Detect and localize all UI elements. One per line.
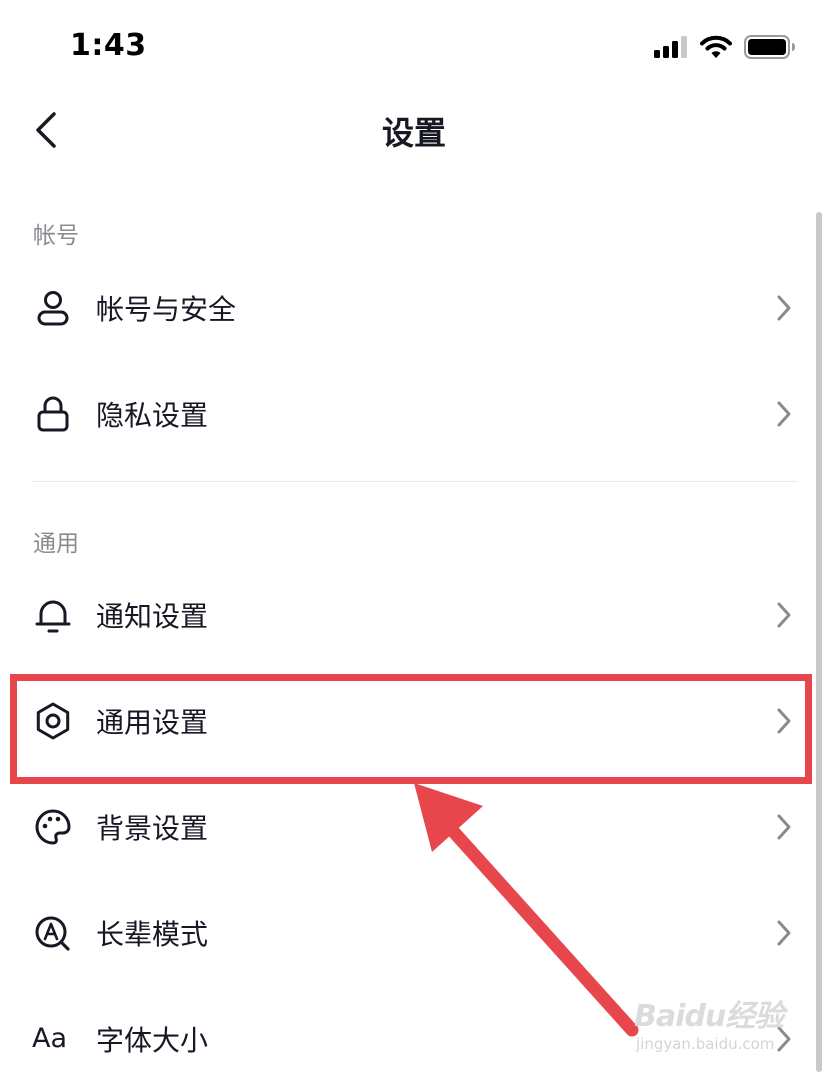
settings-row-label: 帐号与安全 <box>96 293 237 326</box>
settings-row-label: 隐私设置 <box>96 399 209 432</box>
settings-row-notifications[interactable]: 通知设置 <box>0 563 820 667</box>
settings-row-font-size[interactable]: Aa 字体大小 <box>0 987 820 1072</box>
font-size-icon: Aa <box>32 1023 68 1054</box>
settings-row-label: 长辈模式 <box>96 918 209 951</box>
settings-row-label: 通用设置 <box>96 706 209 739</box>
battery-icon <box>744 35 796 63</box>
section-header-account: 帐号 <box>33 223 79 249</box>
chevron-right-icon <box>776 813 792 841</box>
settings-row-label: 背景设置 <box>96 812 209 845</box>
palette-icon <box>32 806 74 848</box>
settings-row-general[interactable]: 通用设置 <box>0 669 820 773</box>
chevron-right-icon <box>776 294 792 322</box>
settings-row-label: 字体大小 <box>96 1024 209 1057</box>
elder-mode-icon <box>32 912 74 954</box>
settings-row-label: 通知设置 <box>96 600 209 633</box>
scrollbar[interactable] <box>816 212 822 1072</box>
chevron-right-icon <box>776 601 792 629</box>
chevron-right-icon <box>776 707 792 735</box>
status-icons <box>654 35 796 63</box>
chevron-right-icon <box>776 400 792 428</box>
page-title: 设置 <box>381 114 446 152</box>
settings-screen: 1:43 设置 帐号 帐号与安全 隐私设置 通用 通知设置 通用设置 背景设置 … <box>0 0 828 1072</box>
chevron-right-icon <box>776 1025 792 1053</box>
signal-icon <box>654 36 688 62</box>
wifi-icon <box>700 35 732 63</box>
settings-row-privacy[interactable]: 隐私设置 <box>0 362 820 466</box>
section-header-general: 通用 <box>33 531 79 557</box>
settings-row-background[interactable]: 背景设置 <box>0 775 820 879</box>
chevron-right-icon <box>776 919 792 947</box>
lock-icon <box>32 393 74 435</box>
gear-icon <box>32 700 74 742</box>
status-time: 1:43 <box>70 28 147 63</box>
user-icon <box>32 287 74 329</box>
settings-row-elder-mode[interactable]: 长辈模式 <box>0 881 820 985</box>
section-divider <box>33 481 797 482</box>
bell-icon <box>32 594 74 636</box>
settings-row-account-security[interactable]: 帐号与安全 <box>0 256 820 360</box>
